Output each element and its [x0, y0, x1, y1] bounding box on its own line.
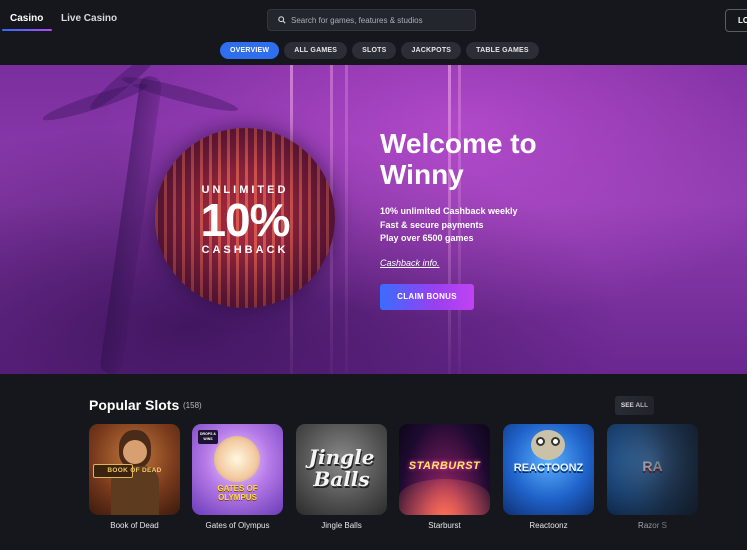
game-card[interactable]: DROPS & WINS GATES OF OLYMPUS Gates of O…: [192, 424, 283, 530]
promo-text: UNLIMITED 10% CASHBACK: [155, 65, 335, 374]
search-icon: [273, 16, 291, 24]
login-button[interactable]: LO: [725, 9, 747, 32]
promo-percentage: 10%: [200, 194, 290, 246]
tab-casino[interactable]: Casino: [10, 13, 43, 24]
game-title: Jingle Balls: [321, 521, 362, 530]
game-title: Book of Dead: [110, 521, 159, 530]
game-card[interactable]: REACTOONZ Reactoonz: [503, 424, 594, 530]
light-beam-decoration: [345, 65, 348, 374]
category-table-games[interactable]: TABLE GAMES: [466, 42, 539, 59]
category-all-games[interactable]: ALL GAMES: [284, 42, 348, 59]
hero-title: Welcome to Winny: [380, 128, 537, 190]
game-thumbnail[interactable]: REACTOONZ: [503, 424, 594, 515]
active-tab-indicator: [2, 29, 52, 31]
search-input[interactable]: [291, 10, 475, 30]
section-count: (158): [183, 401, 202, 410]
game-logo-text: RA: [642, 458, 663, 474]
feature-item: Play over 6500 games: [380, 233, 474, 243]
game-logo-text: BOOK OF DEAD: [107, 467, 162, 474]
category-nav: OVERVIEW ALL GAMES SLOTS JACKPOTS TABLE …: [220, 42, 539, 59]
cashback-info-link[interactable]: Cashback info.: [380, 258, 440, 268]
category-jackpots[interactable]: JACKPOTS: [401, 42, 462, 59]
game-thumbnail[interactable]: DROPS & WINS GATES OF OLYMPUS: [192, 424, 283, 515]
game-thumbnail[interactable]: STARBURST: [399, 424, 490, 515]
tab-live-casino[interactable]: Live Casino: [61, 13, 117, 24]
section-title: Popular Slots: [89, 397, 180, 413]
category-slots[interactable]: SLOTS: [352, 42, 397, 59]
game-thumbnail[interactable]: Jingle Balls: [296, 424, 387, 515]
game-title: Reactoonz: [529, 521, 568, 530]
game-card[interactable]: RA Razor S: [607, 424, 698, 530]
game-logo-text: Jingle Balls: [308, 445, 375, 491]
hero-feature-list: 10% unlimited Cashback weekly Fast & sec…: [380, 205, 518, 246]
palm-tree-decoration: [99, 74, 163, 374]
promo-line-cashback: CASHBACK: [201, 244, 289, 256]
game-title: Razor S: [638, 521, 667, 530]
hero-banner: UNLIMITED 10% CASHBACK Welcome to Winny …: [0, 65, 747, 374]
drops-and-wins-badge: DROPS & WINS: [198, 430, 218, 444]
feature-item: 10% unlimited Cashback weekly: [380, 206, 518, 216]
game-logo-text: STARBURST: [408, 460, 481, 472]
game-logo-text: REACTOONZ: [513, 462, 584, 474]
category-overview[interactable]: OVERVIEW: [220, 42, 280, 59]
game-card[interactable]: STARBURST Starburst: [399, 424, 490, 530]
game-thumbnail[interactable]: RA: [607, 424, 698, 515]
top-bar: Casino Live Casino LO: [0, 0, 747, 40]
game-title: Starburst: [428, 521, 461, 530]
game-title: Gates of Olympus: [205, 521, 270, 530]
game-thumbnail[interactable]: BOOK OF DEAD: [89, 424, 180, 515]
see-all-button[interactable]: SEE ALL: [615, 396, 654, 415]
search-box[interactable]: [267, 9, 476, 31]
claim-bonus-button[interactable]: CLAIM BONUS: [380, 284, 474, 310]
game-logo-text: GATES OF OLYMPUS: [217, 484, 258, 502]
game-card[interactable]: BOOK OF DEAD Book of Dead: [89, 424, 180, 530]
feature-item: Fast & secure payments: [380, 219, 484, 230]
game-card[interactable]: Jingle Balls Jingle Balls: [296, 424, 387, 530]
